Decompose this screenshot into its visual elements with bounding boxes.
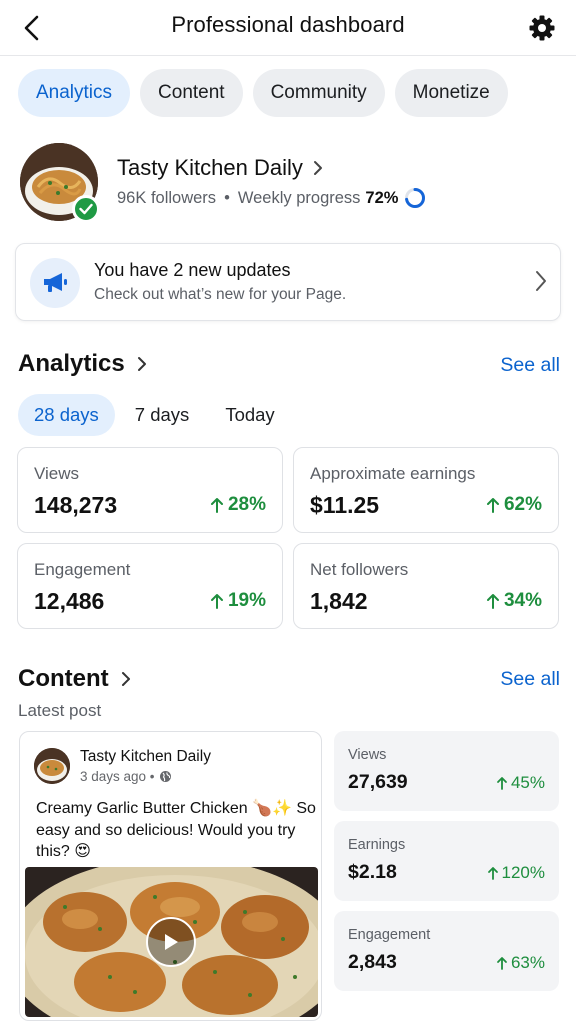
gear-icon[interactable] <box>524 10 560 46</box>
chevron-right-icon <box>313 161 322 175</box>
post-time-text: 3 days ago • <box>80 769 155 784</box>
metric-card-earnings[interactable]: Approximate earnings $11.25 62% <box>293 447 559 533</box>
range-28-days[interactable]: 28 days <box>18 394 115 436</box>
verified-check-icon <box>72 195 100 223</box>
post-stat-value: $2.18 <box>348 861 397 883</box>
updates-card[interactable]: You have 2 new updates Check out what’s … <box>15 243 561 321</box>
page-title: Professional dashboard <box>171 12 405 37</box>
metric-value: 148,273 <box>34 492 118 518</box>
post-stat-change: 120% <box>487 863 545 883</box>
chevron-right-icon <box>121 672 130 686</box>
metric-label: Net followers <box>310 560 409 579</box>
post-stat-engagement: Engagement 2,843 63% <box>334 911 559 991</box>
analytics-see-all-link[interactable]: See all <box>500 354 560 377</box>
globe-icon <box>159 771 171 782</box>
post-stat-label: Engagement <box>348 927 431 943</box>
progress-ring-icon <box>405 188 426 208</box>
weekly-progress-label: Weekly progress <box>237 188 361 207</box>
play-icon[interactable] <box>146 917 196 967</box>
content-heading[interactable]: Content <box>18 665 131 693</box>
metric-change-value: 28% <box>227 494 266 515</box>
metric-change: 62% <box>486 494 542 516</box>
metric-value: 12,486 <box>34 588 105 614</box>
post-stat-change-value: 120% <box>501 863 545 882</box>
profile-stats: 96K followers • Weekly progress 72% <box>117 187 426 209</box>
updates-subtitle: Check out what’s new for your Page. <box>94 286 347 303</box>
metric-change: 34% <box>486 590 542 612</box>
post-author-name: Tasty Kitchen Daily <box>80 748 211 765</box>
post-stat-change: 45% <box>496 773 545 793</box>
top-bar: Professional dashboard <box>0 0 576 56</box>
arrow-up-icon <box>210 498 223 513</box>
tab-community[interactable]: Community <box>252 69 385 117</box>
chevron-right-icon <box>137 357 146 371</box>
avatar <box>20 143 100 223</box>
megaphone-icon <box>30 258 80 308</box>
latest-post-card[interactable]: Tasty Kitchen Daily 3 days ago • Creamy … <box>19 731 322 1021</box>
range-7-days[interactable]: 7 days <box>119 394 206 436</box>
dashboard-tabs: Analytics Content Community Monetize <box>18 69 508 117</box>
metric-value: 1,842 <box>310 588 368 614</box>
post-stat-value: 2,843 <box>348 951 397 973</box>
arrow-up-icon <box>210 594 223 609</box>
post-stat-change-value: 45% <box>510 773 545 792</box>
chevron-right-icon <box>536 271 546 291</box>
updates-title: You have 2 new updates <box>94 260 291 280</box>
metric-card-views[interactable]: Views 148,273 28% <box>17 447 283 533</box>
metric-card-net-followers[interactable]: Net followers 1,842 34% <box>293 543 559 629</box>
post-stat-change-value: 63% <box>510 953 545 972</box>
weekly-progress-value: 72% <box>365 188 399 207</box>
arrow-up-icon <box>486 594 499 609</box>
metric-change-value: 19% <box>227 590 266 611</box>
tab-analytics[interactable]: Analytics <box>18 69 131 117</box>
content-title: Content <box>18 665 109 692</box>
page-name-row: Tasty Kitchen Daily <box>117 155 323 181</box>
post-video-thumbnail[interactable] <box>25 867 318 1017</box>
latest-post-label: Latest post <box>18 701 102 720</box>
analytics-heading[interactable]: Analytics <box>18 350 147 378</box>
post-stat-views: Views 27,639 45% <box>334 731 559 811</box>
date-range-tabs: 28 days 7 days Today <box>18 394 291 436</box>
content-see-all-link[interactable]: See all <box>500 668 560 691</box>
metric-value: $11.25 <box>310 492 380 518</box>
metric-label: Engagement <box>34 560 131 579</box>
metric-card-engagement[interactable]: Engagement 12,486 19% <box>17 543 283 629</box>
post-stat-label: Views <box>348 747 387 763</box>
metric-change: 28% <box>210 494 266 516</box>
tab-monetize[interactable]: Monetize <box>394 69 508 117</box>
separator-dot: • <box>224 188 230 207</box>
metric-label: Approximate earnings <box>310 464 476 483</box>
analytics-title: Analytics <box>18 350 125 377</box>
post-stat-earnings: Earnings $2.18 120% <box>334 821 559 901</box>
tab-content[interactable]: Content <box>140 69 243 117</box>
page-name: Tasty Kitchen Daily <box>117 155 303 180</box>
range-today[interactable]: Today <box>209 394 290 436</box>
metric-change-value: 34% <box>503 590 542 611</box>
post-stat-value: 27,639 <box>348 771 408 793</box>
arrow-up-icon <box>497 957 507 970</box>
page-profile[interactable]: Tasty Kitchen Daily 96K followers • Week… <box>20 143 560 223</box>
metric-change-value: 62% <box>503 494 542 515</box>
post-author-avatar <box>34 748 70 784</box>
post-timestamp: 3 days ago • <box>80 769 172 784</box>
post-stat-change: 63% <box>496 953 545 973</box>
metric-label: Views <box>34 464 80 483</box>
post-caption: Creamy Garlic Butter Chicken 🍗✨ So easy … <box>36 800 316 860</box>
metric-change: 19% <box>210 590 266 612</box>
followers-count: 96K followers <box>117 188 217 207</box>
arrow-up-icon <box>497 777 507 790</box>
arrow-up-icon <box>486 498 499 513</box>
arrow-up-icon <box>487 867 498 880</box>
post-stat-label: Earnings <box>348 837 406 853</box>
